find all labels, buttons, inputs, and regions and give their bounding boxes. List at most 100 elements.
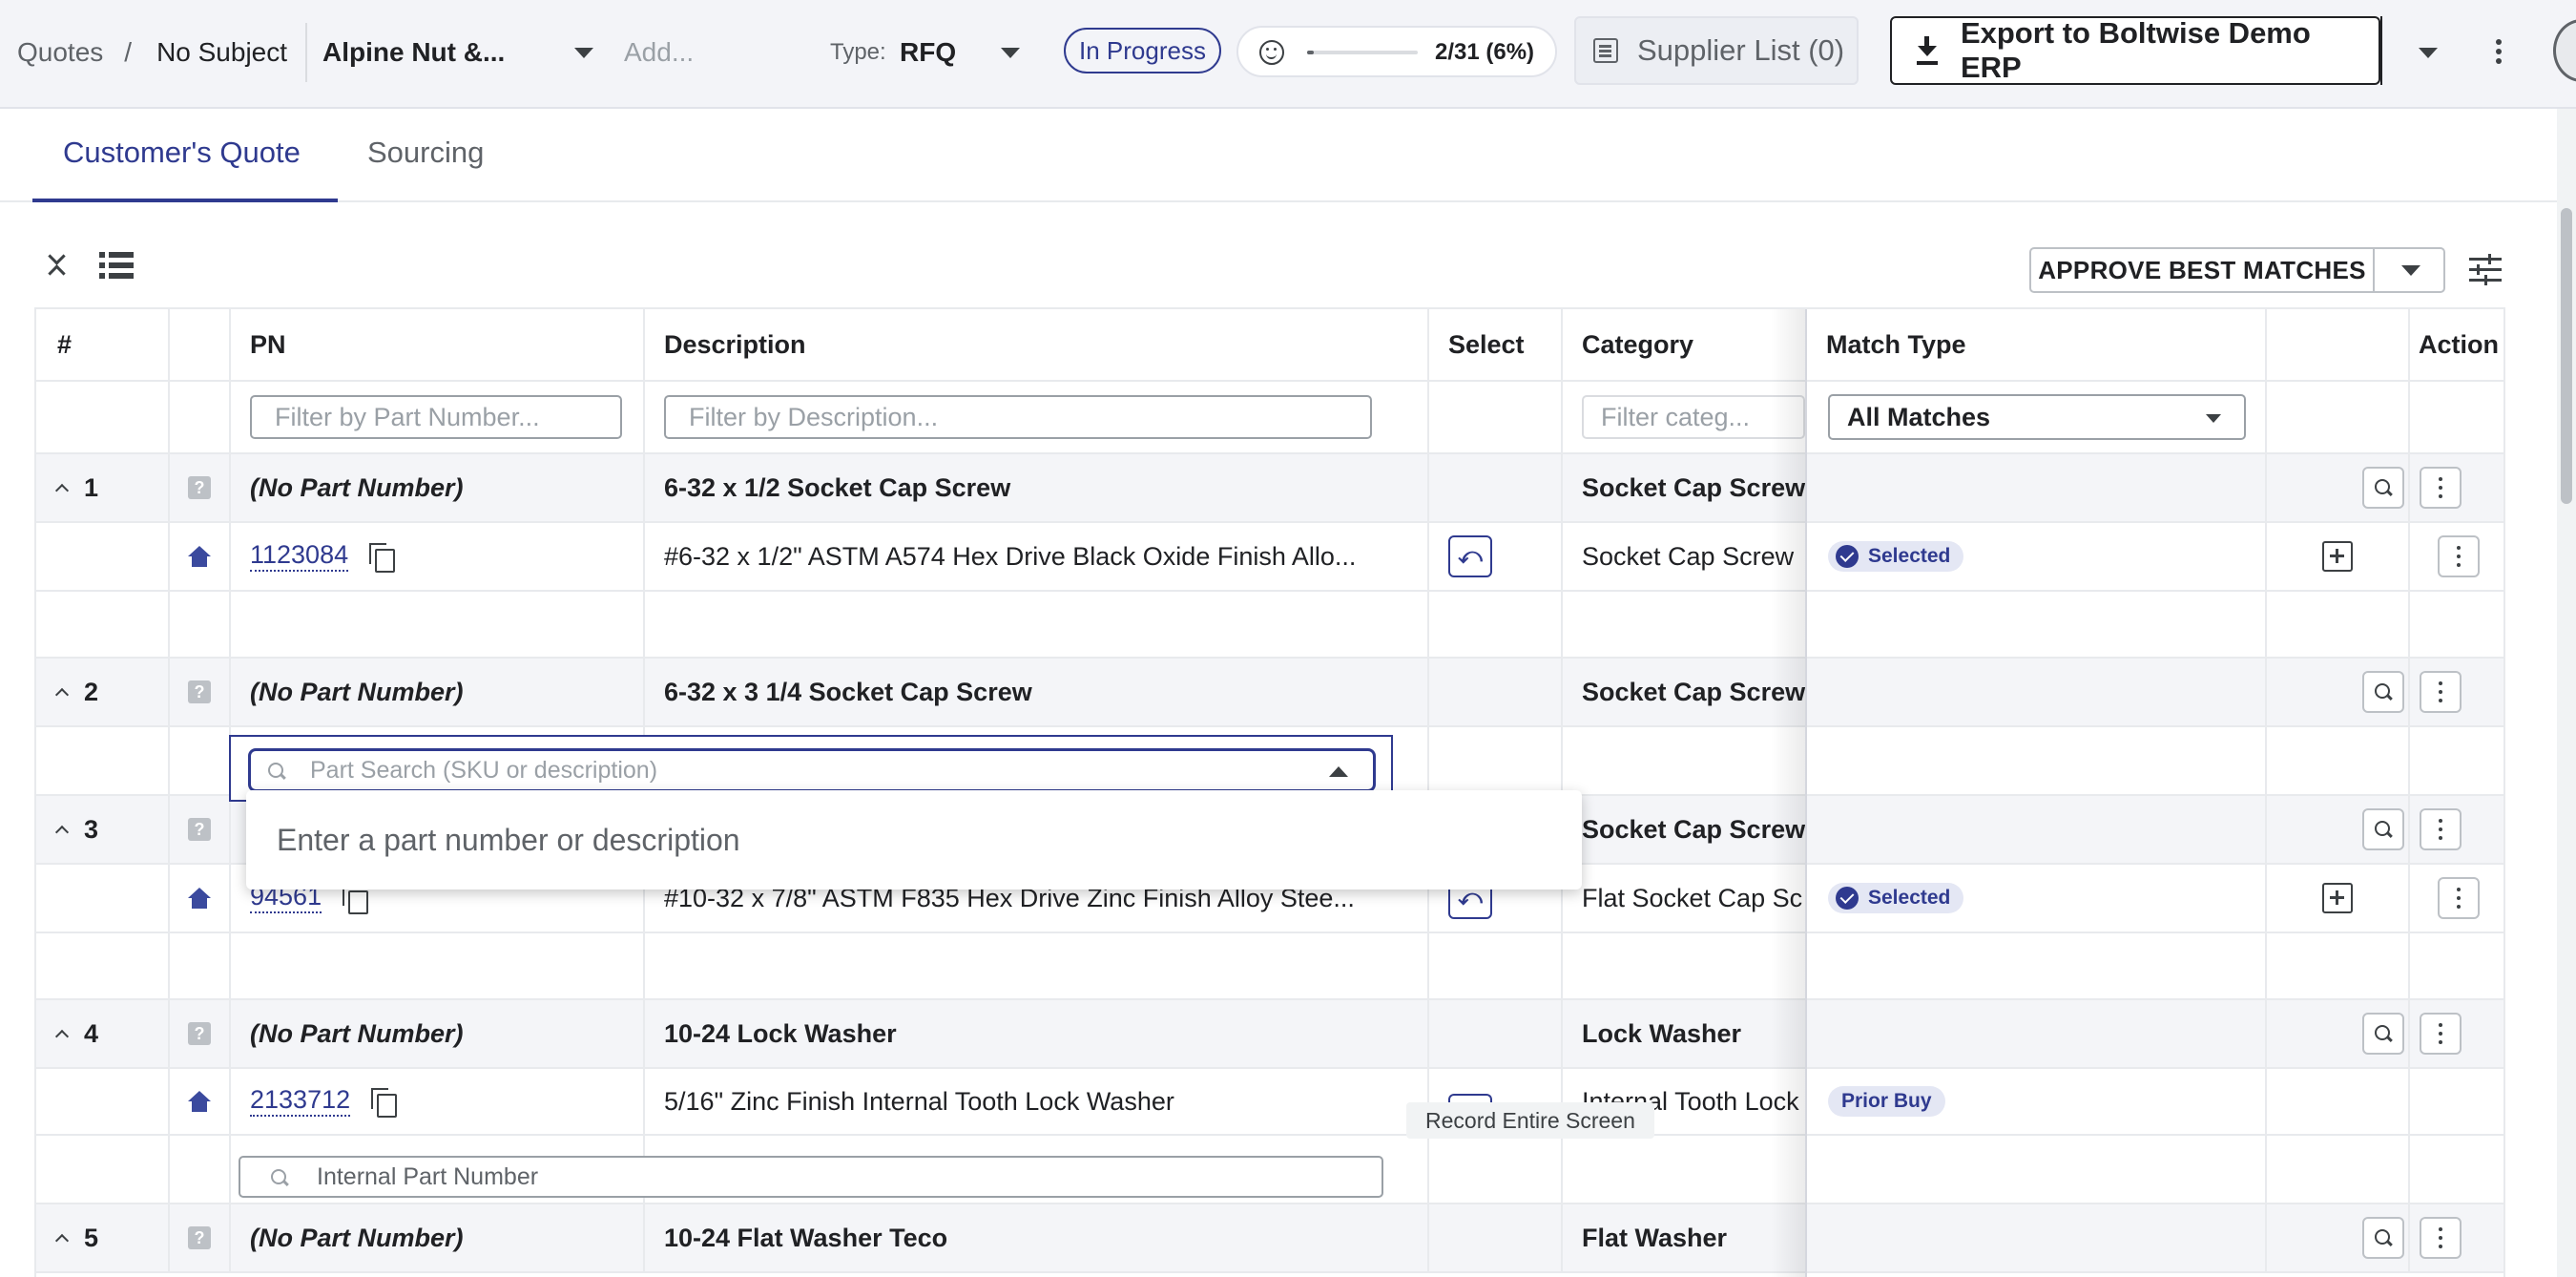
search-match-button[interactable] <box>2362 1013 2404 1055</box>
col-header-match-type[interactable]: Match Type <box>1807 309 2267 380</box>
col-header-action[interactable]: Action <box>2410 309 2503 380</box>
add-box-icon[interactable] <box>2322 883 2353 913</box>
line-number: 3 <box>84 814 99 844</box>
more-vert-icon[interactable] <box>2496 39 2502 45</box>
table-row[interactable]: 4 ? (No Part Number) 10-24 Lock Washer L… <box>36 1000 2503 1069</box>
pinned-panel-edge <box>1805 309 1807 1277</box>
collapse-row-icon[interactable] <box>54 825 70 840</box>
line-number: 4 <box>84 1018 99 1048</box>
undo-select-button[interactable]: ⤺ <box>1448 535 1492 577</box>
breadcrumb-quotes-link[interactable]: Quotes <box>17 37 103 68</box>
match-row[interactable]: 2133712 5/16" Zinc Finish Internal Tooth… <box>36 1069 2503 1136</box>
type-select[interactable]: RFQ <box>900 29 956 76</box>
table-row[interactable]: 2 ? (No Part Number) 6-32 x 3 1/4 Socket… <box>36 659 2503 727</box>
help-icon: ? <box>188 476 211 499</box>
add-tag-input[interactable]: Add... <box>624 29 694 76</box>
smiley-icon <box>1259 40 1284 65</box>
row-menu-button[interactable] <box>2438 535 2480 577</box>
search-match-button[interactable] <box>2362 808 2404 850</box>
tab-sourcing[interactable]: Sourcing <box>367 136 484 202</box>
home-icon <box>188 1091 211 1112</box>
chevron-down-icon <box>2206 414 2221 423</box>
row-menu-button[interactable] <box>2420 467 2462 509</box>
collapse-row-icon[interactable] <box>54 687 70 702</box>
line-pn: (No Part Number) <box>231 659 645 725</box>
internal-part-number-placeholder: Internal Part Number <box>317 1162 539 1190</box>
row-menu-button[interactable] <box>2438 877 2480 919</box>
col-header-select[interactable]: Select <box>1429 309 1563 380</box>
supplier-list-button[interactable]: Supplier List (0) <box>1574 16 1859 85</box>
status-badge[interactable]: In Progress <box>1064 28 1221 73</box>
col-header-icon <box>170 309 231 380</box>
scrollbar-thumb[interactable] <box>2561 208 2572 504</box>
chevron-up-icon[interactable] <box>1329 766 1348 777</box>
table-row[interactable]: 1 ? (No Part Number) 6-32 x 1/2 Socket C… <box>36 454 2503 523</box>
pn-link[interactable]: 1123084 <box>250 540 349 572</box>
col-header-description[interactable]: Description <box>645 309 1429 380</box>
description-filter-input[interactable]: Filter by Description... <box>664 395 1372 439</box>
line-category: Socket Cap Screw <box>1563 796 1807 863</box>
avatar[interactable] <box>2553 19 2576 82</box>
chevron-down-icon[interactable] <box>574 48 593 58</box>
copy-icon[interactable] <box>369 543 396 573</box>
col-header-extra <box>2267 309 2410 380</box>
search-match-button[interactable] <box>2362 467 2404 509</box>
prior-buy-badge: Prior Buy <box>1828 1086 1945 1117</box>
line-pn: (No Part Number) <box>231 1000 645 1067</box>
search-icon <box>2375 1025 2392 1042</box>
match-category: Socket Cap Screw <box>1563 523 1807 590</box>
table-row[interactable]: 5 ? (No Part Number) 10-24 Flat Washer T… <box>36 1204 2503 1273</box>
search-icon <box>2375 1229 2392 1246</box>
row-menu-button[interactable] <box>2420 808 2462 850</box>
match-category: Flat Socket Cap Sc <box>1563 865 1807 932</box>
part-search-hint: Enter a part number or description <box>277 822 740 857</box>
line-number: 1 <box>84 472 99 502</box>
copy-icon[interactable] <box>371 1088 398 1118</box>
match-type-select[interactable]: All Matches <box>1828 394 2246 440</box>
column-settings-icon[interactable] <box>2469 254 2502 286</box>
search-match-button[interactable] <box>2362 671 2404 713</box>
chevron-down-icon[interactable] <box>2401 264 2420 276</box>
row-menu-button[interactable] <box>2420 671 2462 713</box>
collapse-row-icon[interactable] <box>54 1029 70 1044</box>
breadcrumb: Quotes / No Subject <box>17 29 287 76</box>
home-icon <box>188 546 211 567</box>
col-header-category[interactable]: Category <box>1563 309 1807 380</box>
list-view-icon[interactable] <box>99 252 134 279</box>
check-circle-icon <box>1836 887 1859 910</box>
more-vert-icon <box>2457 896 2461 900</box>
tab-customers-quote[interactable]: Customer's Quote <box>32 136 338 202</box>
breadcrumb-current[interactable]: No Subject <box>156 37 287 68</box>
add-box-icon[interactable] <box>2322 541 2353 572</box>
line-category: Socket Cap Screw <box>1563 454 1807 521</box>
pn-link[interactable]: 2133712 <box>250 1085 351 1117</box>
collapse-row-icon[interactable] <box>54 483 70 498</box>
collapse-row-icon[interactable] <box>54 1233 70 1248</box>
progress-indicator[interactable]: 2/31 (6%) <box>1236 26 1557 77</box>
col-header-num[interactable]: # <box>36 309 170 380</box>
chevron-down-icon[interactable] <box>1001 48 1020 58</box>
col-header-pn[interactable]: PN <box>231 309 645 380</box>
search-icon <box>2375 479 2392 496</box>
export-button[interactable]: Export to Boltwise Demo ERP <box>1890 16 2438 85</box>
more-vert-icon <box>2439 690 2442 694</box>
collapse-all-icon[interactable] <box>46 250 67 281</box>
export-menu-chevron-icon[interactable] <box>2419 48 2438 58</box>
search-match-button[interactable] <box>2362 1217 2404 1259</box>
list-icon <box>1593 38 1618 63</box>
approve-best-matches-button[interactable]: APPROVE BEST MATCHES <box>2029 247 2445 293</box>
spacer-row <box>36 592 2503 659</box>
category-filter-input[interactable]: Filter categ... <box>1582 395 1805 439</box>
match-description: 5/16" Zinc Finish Internal Tooth Lock Wa… <box>645 1069 1429 1134</box>
pn-filter-input[interactable]: Filter by Part Number... <box>250 395 622 439</box>
row-menu-button[interactable] <box>2420 1217 2462 1259</box>
internal-part-number-input[interactable]: Internal Part Number <box>239 1156 1383 1198</box>
check-circle-icon <box>1836 545 1859 568</box>
line-category: Flat Washer <box>1563 1204 1807 1271</box>
customer-select[interactable]: Alpine Nut &... <box>322 29 505 76</box>
part-search-input[interactable]: Part Search (SKU or description) <box>248 748 1376 792</box>
line-description: 10-24 Lock Washer <box>645 1000 1429 1067</box>
row-menu-button[interactable] <box>2420 1013 2462 1055</box>
home-icon <box>188 888 211 909</box>
match-row[interactable]: 1123084 #6-32 x 1/2" ASTM A574 Hex Drive… <box>36 523 2503 592</box>
